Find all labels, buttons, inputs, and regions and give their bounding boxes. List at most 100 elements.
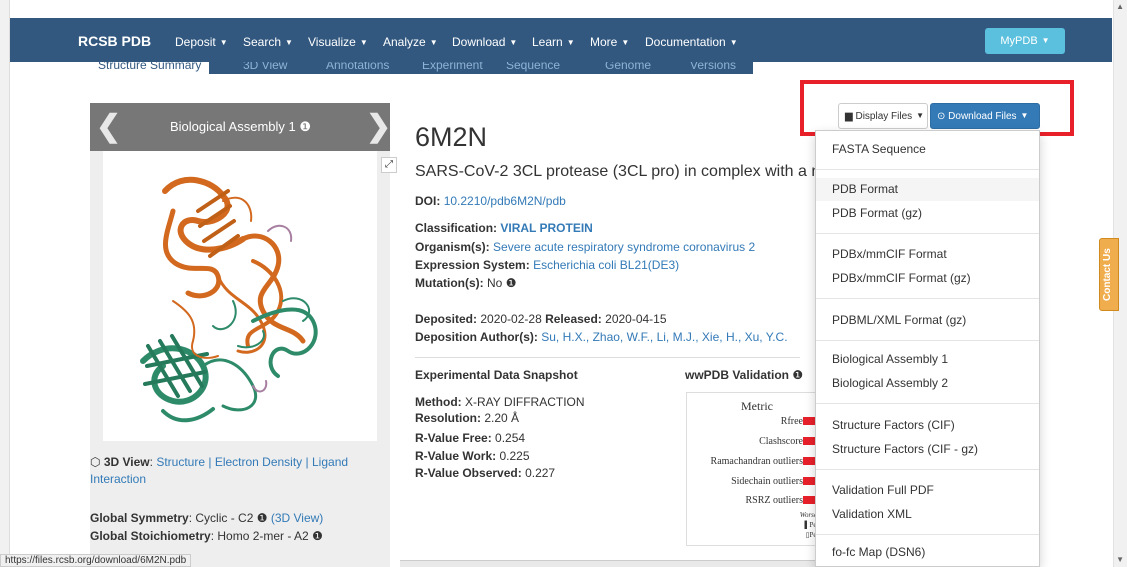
menu-item-mmcif[interactable]: PDBx/mmCIF Format xyxy=(816,243,1039,266)
nav-download[interactable]: Download ▼ xyxy=(452,35,517,49)
tab-structure-summary[interactable]: Structure Summary xyxy=(90,62,210,74)
next-assembly-icon[interactable]: ❯ xyxy=(366,109,391,144)
method-line: Method: X-RAY DIFFRACTION xyxy=(415,395,585,409)
method-value: X-RAY DIFFRACTION xyxy=(465,395,585,409)
rfree-value: 0.254 xyxy=(495,431,526,445)
symmetry-3dview-link[interactable]: (3D View) xyxy=(271,511,323,525)
nav-search[interactable]: Search ▼ xyxy=(243,35,293,49)
menu-divider xyxy=(816,233,1039,234)
molecule-3d-image[interactable]: ⤢ xyxy=(103,151,397,441)
info-icon[interactable]: ❶ xyxy=(299,119,311,134)
menu-item-pdb-format-gz[interactable]: PDB Format (gz) xyxy=(816,202,1039,225)
robs-value: 0.227 xyxy=(525,466,556,480)
link-separator: | xyxy=(208,455,212,469)
menu-item-structure-factors-gz[interactable]: Structure Factors (CIF - gz) xyxy=(816,438,1039,461)
released-value: 2020-04-15 xyxy=(605,312,667,326)
validation-metric-header: Metric xyxy=(741,399,773,413)
view3d-density-link[interactable]: Electron Density xyxy=(215,455,302,469)
resolution-value: 2.20 Å xyxy=(484,411,520,425)
nav-learn[interactable]: Learn ▼ xyxy=(532,35,575,49)
caret-down-icon: ▼ xyxy=(621,38,630,47)
nav-documentation-label: Documentation xyxy=(645,35,726,49)
stoichiometry-label: Global Stoichiometry xyxy=(90,529,211,543)
info-icon[interactable]: ❶ xyxy=(257,511,268,525)
classification-label: Classification: xyxy=(415,221,498,235)
validation-heading-text: wwPDB Validation xyxy=(685,368,790,382)
menu-item-pdbml[interactable]: PDBML/XML Format (gz) xyxy=(816,309,1039,332)
menu-divider xyxy=(816,534,1039,535)
mypdb-button[interactable]: MyPDB ▼ xyxy=(985,28,1065,54)
contact-us-tab[interactable]: Contact Us xyxy=(1099,238,1119,311)
protein-ribbon-graphic xyxy=(140,176,318,423)
validation-metric-label: Clashscore xyxy=(759,436,803,447)
menu-item-pdb-format[interactable]: PDB Format xyxy=(816,178,1039,201)
nav-deposit-label: Deposit xyxy=(175,35,216,49)
authors-links[interactable]: Su, H.X., Zhao, W.F., Li, M.J., Xie, H.,… xyxy=(541,330,787,344)
menu-divider xyxy=(816,403,1039,404)
validation-heading: wwPDB Validation ❶ xyxy=(685,368,803,382)
menu-divider xyxy=(816,169,1039,170)
view3d-label: 3D View xyxy=(103,455,150,469)
entry-tabs: Structure Summary 3D View Annotations Ex… xyxy=(90,62,753,74)
expand-icon[interactable]: ⤢ xyxy=(381,157,397,173)
expression-link[interactable]: Escherichia coli BL21(DE3) xyxy=(533,258,679,272)
validation-metric-label: Rfree xyxy=(780,416,803,427)
mutation-line: Mutation(s): No ❶ xyxy=(415,276,516,290)
entry-id-title: 6M2N xyxy=(415,122,488,152)
global-stoichiometry: Global Stoichiometry: Homo 2-mer - A2 ❶ xyxy=(90,528,323,545)
tab-3d-view[interactable]: 3D View xyxy=(235,62,295,74)
tab-experiment[interactable]: Experiment xyxy=(414,62,491,74)
menu-item-structure-factors[interactable]: Structure Factors (CIF) xyxy=(816,414,1039,437)
caret-down-icon: ▼ xyxy=(359,38,368,47)
authors-line: Deposition Author(s): Su, H.X., Zhao, W.… xyxy=(415,330,788,344)
view3d-structure-link[interactable]: Structure xyxy=(156,455,205,469)
scroll-down-icon[interactable]: ▼ xyxy=(1116,555,1124,564)
doi-line: DOI: 10.2210/pdb6M2N/pdb xyxy=(415,194,566,208)
mutation-label: Mutation(s): xyxy=(415,276,484,290)
info-icon[interactable]: ❶ xyxy=(506,276,517,290)
nav-documentation[interactable]: Documentation ▼ xyxy=(645,35,738,49)
scroll-up-icon[interactable]: ▲ xyxy=(1116,2,1124,11)
info-icon[interactable]: ❶ xyxy=(792,368,803,382)
nav-more[interactable]: More ▼ xyxy=(590,35,629,49)
prev-assembly-icon[interactable]: ❮ xyxy=(96,109,121,144)
assembly-title-text: Biological Assembly 1 xyxy=(170,119,296,134)
tab-versions[interactable]: Versions xyxy=(682,62,744,74)
nav-visualize[interactable]: Visualize ▼ xyxy=(308,35,368,49)
validation-slider-graphic[interactable]: Metric Rfree Clashscore Ramachandran out… xyxy=(686,392,826,546)
classification-link[interactable]: VIRAL PROTEIN xyxy=(500,221,592,235)
rwork-value: 0.225 xyxy=(499,449,530,463)
tab-annotations[interactable]: Annotations xyxy=(318,62,397,74)
tab-sequence[interactable]: Sequence xyxy=(498,62,568,74)
menu-item-validation-xml[interactable]: Validation XML xyxy=(816,503,1039,526)
organism-link[interactable]: Severe acute respiratory syndrome corona… xyxy=(493,240,755,254)
organism-line: Organism(s): Severe acute respiratory sy… xyxy=(415,240,755,254)
view3d-links: ⬡ 3D View: Structure | Electron Density … xyxy=(90,455,349,486)
brand-logo[interactable]: RCSB PDB xyxy=(78,33,151,49)
nav-deposit[interactable]: Deposit ▼ xyxy=(175,35,228,49)
next-section-strip xyxy=(400,560,820,567)
menu-item-mmcif-gz[interactable]: PDBx/mmCIF Format (gz) xyxy=(816,267,1039,290)
nav-download-label: Download xyxy=(452,35,506,49)
info-icon[interactable]: ❶ xyxy=(312,529,323,543)
rwork-label: R-Value Work: xyxy=(415,449,497,463)
menu-item-fasta[interactable]: FASTA Sequence xyxy=(816,138,1039,161)
dates-line: Deposited: 2020-02-28 Released: 2020-04-… xyxy=(415,312,667,326)
nav-analyze[interactable]: Analyze ▼ xyxy=(383,35,438,49)
classification-line: Classification: VIRAL PROTEIN xyxy=(415,221,593,235)
menu-divider xyxy=(816,340,1039,341)
doi-label: DOI: xyxy=(415,194,441,208)
download-files-menu: FASTA Sequence PDB Format PDB Format (gz… xyxy=(815,130,1040,567)
tab-genome[interactable]: Genome xyxy=(597,62,659,74)
assembly-title: Biological Assembly 1 ❶ xyxy=(170,119,311,135)
menu-item-fofc-map[interactable]: fo-fc Map (DSN6) xyxy=(816,541,1039,564)
menu-item-bio-assembly-2[interactable]: Biological Assembly 2 xyxy=(816,372,1039,395)
menu-item-bio-assembly-1[interactable]: Biological Assembly 1 xyxy=(816,348,1039,371)
stoichiometry-value: : Homo 2-mer - A2 xyxy=(210,529,309,543)
contact-us-label: Contact Us xyxy=(1102,248,1113,301)
menu-item-validation-pdf[interactable]: Validation Full PDF xyxy=(816,479,1039,502)
caret-down-icon: ▼ xyxy=(1041,36,1050,45)
resolution-label: Resolution: xyxy=(415,411,481,425)
symmetry-value: : Cyclic - C2 xyxy=(188,511,254,525)
doi-link[interactable]: 10.2210/pdb6M2N/pdb xyxy=(444,194,566,208)
